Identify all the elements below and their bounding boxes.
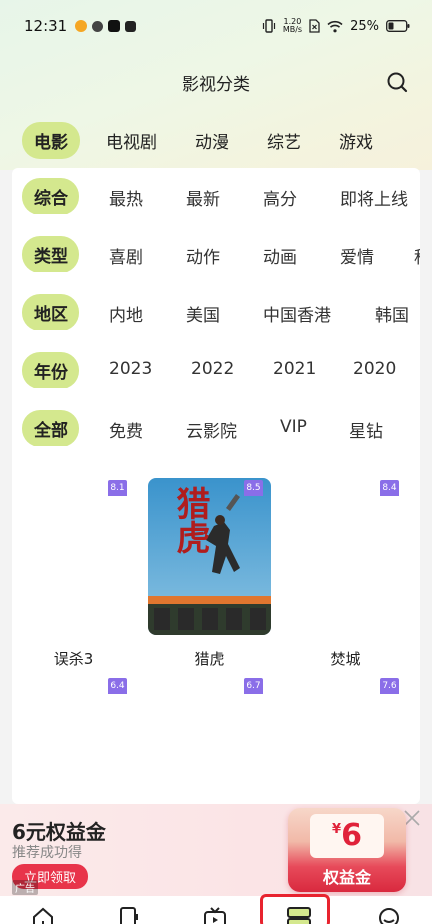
- movie-grid-row-2: 6.4 6.7 7.6: [12, 676, 420, 804]
- filter-option-upcoming[interactable]: 即将上线: [340, 185, 408, 210]
- filter-year-label[interactable]: 年份: [22, 352, 79, 388]
- tab-variety[interactable]: 综艺: [255, 122, 313, 159]
- filter-option-2021[interactable]: 2021: [273, 359, 316, 379]
- filter-row-region: 地区 内地 美国 中国香港 韩国: [22, 294, 420, 330]
- link-app-icon: [92, 20, 104, 32]
- movie-poster-1[interactable]: [12, 478, 135, 635]
- status-bar: 12:31 1.20 MB/s 25%: [0, 0, 432, 52]
- battery-percent: 25%: [350, 18, 379, 34]
- movie-title[interactable]: 误杀3: [12, 648, 135, 669]
- promo-value: 6: [341, 818, 362, 853]
- status-indicators: 1.20 MB/s 25%: [262, 18, 410, 34]
- weibo-icon: [75, 20, 88, 32]
- rating-badge: 8.5: [244, 480, 263, 496]
- filter-option-action[interactable]: 动作: [186, 243, 220, 268]
- ad-label: 广告: [12, 880, 38, 895]
- filter-option-romance[interactable]: 爱情: [340, 243, 374, 268]
- wifi-icon: [327, 20, 343, 32]
- tab-tv-series[interactable]: 电视剧: [94, 122, 169, 159]
- movie-poster-2[interactable]: 猎虎: [148, 478, 271, 635]
- tv-icon[interactable]: [117, 906, 141, 924]
- filter-option-usa[interactable]: 美国: [186, 301, 220, 326]
- filter-option-2023[interactable]: 2023: [109, 359, 152, 379]
- filter-option-cloud-cinema[interactable]: 云影院: [186, 417, 237, 442]
- filter-option-2020[interactable]: 2020: [353, 359, 396, 379]
- promo-value-card: ¥6: [310, 814, 384, 858]
- tab-game[interactable]: 游戏: [327, 122, 385, 159]
- filter-option-vip[interactable]: VIP: [280, 417, 307, 437]
- home-icon[interactable]: [31, 906, 55, 924]
- network-speed: 1.20 MB/s: [283, 18, 302, 34]
- rating-badge: 8.4: [380, 480, 399, 496]
- filter-option-hong-kong[interactable]: 中国香港: [263, 301, 331, 326]
- ad-title: 6元权益金: [12, 820, 106, 844]
- filter-region-label[interactable]: 地区: [22, 294, 79, 330]
- tab-movie[interactable]: 电影: [22, 121, 80, 159]
- movie-title[interactable]: 焚城: [284, 648, 407, 669]
- filter-option-scifi[interactable]: 科: [414, 243, 420, 268]
- movie-title[interactable]: 猎虎: [148, 648, 271, 669]
- filter-option-comedy[interactable]: 喜剧: [109, 243, 143, 268]
- status-time: 12:31: [24, 17, 68, 35]
- filter-option-star-diamond[interactable]: 星钻: [349, 417, 383, 442]
- movie-grid-row-1: 8.1 误杀3 猎虎 8.5 猎虎 8.4 焚城: [12, 476, 420, 676]
- filter-row-genre: 类型 喜剧 动作 动画 爱情 科: [22, 236, 420, 272]
- filter-option-2022[interactable]: 2022: [191, 359, 234, 379]
- filter-sort-all[interactable]: 综合: [22, 178, 79, 214]
- filter-payment-all[interactable]: 全部: [22, 410, 79, 446]
- filter-option-mainland[interactable]: 内地: [109, 301, 143, 326]
- filter-option-hottest[interactable]: 最热: [109, 185, 143, 210]
- poster-title-text: 猎虎: [170, 486, 210, 554]
- filter-option-high-score[interactable]: 高分: [263, 185, 297, 210]
- filter-option-korea[interactable]: 韩国: [375, 301, 409, 326]
- bottom-navigation: [0, 896, 432, 924]
- notification-app-icon: [125, 20, 137, 32]
- movie-poster-3[interactable]: [284, 478, 407, 635]
- filter-option-animation[interactable]: 动画: [263, 243, 297, 268]
- main-category-tabs: 电影 电视剧 动漫 综艺 游戏: [0, 120, 432, 160]
- rating-badge: 8.1: [108, 480, 127, 496]
- status-app-icons: [75, 20, 137, 32]
- promo-label: 权益金: [322, 868, 371, 887]
- vibrate-icon: [262, 19, 275, 33]
- filter-row-sort: 综合 最热 最新 高分 即将上线: [22, 178, 420, 214]
- filter-row-payment: 全部 免费 云影院 VIP 星钻: [22, 410, 420, 446]
- tab-anime[interactable]: 动漫: [183, 122, 241, 159]
- rating-badge: 6.7: [244, 678, 263, 694]
- page-header: 影视分类: [0, 62, 432, 102]
- video-icon[interactable]: [203, 906, 227, 924]
- ad-subtitle: 推荐成功得: [12, 845, 82, 861]
- search-icon[interactable]: [386, 71, 408, 93]
- filter-option-newest[interactable]: 最新: [186, 185, 220, 210]
- filter-genre-label[interactable]: 类型: [22, 236, 79, 272]
- douyin-icon: [108, 20, 121, 32]
- content-panel: 综合 最热 最新 高分 即将上线 类型 喜剧 动作 动画 爱情 科 地区 内地 …: [12, 168, 420, 804]
- network-speed-unit: MB/s: [282, 25, 303, 34]
- rating-badge: 7.6: [380, 678, 399, 694]
- profile-icon[interactable]: [377, 906, 401, 924]
- ad-promo-coupon[interactable]: ¥6 权益金: [288, 808, 406, 892]
- selected-nav-highlight: [260, 894, 330, 924]
- filter-row-year: 年份 2023 2022 2021 2020: [22, 352, 420, 388]
- promo-currency: ¥: [332, 822, 342, 837]
- rating-badge: 6.4: [108, 678, 127, 694]
- page-title: 影视分类: [182, 74, 250, 95]
- battery-icon: [386, 20, 410, 32]
- sim-icon: [309, 19, 320, 33]
- filter-option-free[interactable]: 免费: [109, 417, 143, 442]
